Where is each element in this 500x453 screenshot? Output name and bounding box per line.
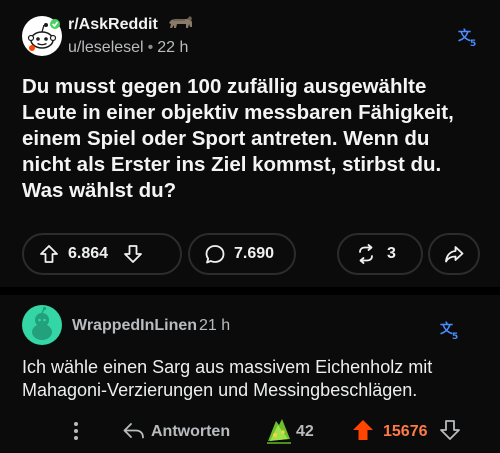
- crosspost-icon: [355, 243, 377, 265]
- arrow-up-icon[interactable]: [350, 417, 376, 448]
- more-vertical-icon[interactable]: [66, 420, 86, 447]
- section-divider: [0, 287, 500, 295]
- comments-count: 7.690: [234, 245, 275, 262]
- reddit-snoo-icon[interactable]: [22, 16, 62, 56]
- crosspost-count: 3: [387, 245, 396, 262]
- meta-separator: •: [147, 39, 154, 56]
- arrow-down-icon[interactable]: [122, 243, 144, 265]
- reply-button[interactable]: Antworten: [151, 423, 230, 441]
- arrow-up-icon[interactable]: [38, 243, 60, 265]
- comment-body: Ich wähle einen Sarg aus massivem Eichen…: [22, 357, 433, 400]
- post-upvote-count: 6.864: [68, 245, 109, 262]
- share-arrow-icon: [443, 243, 465, 265]
- subreddit-name[interactable]: r/AskReddit: [68, 16, 158, 34]
- vote-pill: 6.864: [22, 233, 182, 275]
- comments-button[interactable]: 7.690: [188, 233, 296, 275]
- award-icon[interactable]: [264, 415, 294, 452]
- svg-text:5: 5: [470, 39, 476, 48]
- post-header: r/AskReddit u/leselesel • 22 h 文 5: [22, 16, 482, 60]
- reply-icon[interactable]: [122, 420, 146, 447]
- translate-icon[interactable]: 文 5: [438, 319, 460, 342]
- comment-score: 15676: [383, 423, 428, 440]
- comment-card[interactable]: WrappedInLinen 21 h 文 5 Ich wähle einen …: [0, 295, 500, 453]
- post-age: 22 h: [157, 39, 189, 56]
- arrow-down-icon[interactable]: [438, 418, 462, 447]
- post-card[interactable]: r/AskReddit u/leselesel • 22 h 文 5 Du muss…: [0, 0, 500, 287]
- animal-badge-icon: [165, 14, 195, 36]
- user-avatar-icon[interactable]: [22, 305, 62, 345]
- post-author[interactable]: u/leselesel: [68, 39, 144, 56]
- comment-actions: Antworten 42 15676: [0, 415, 500, 447]
- post-title[interactable]: Du musst gegen 100 zufällig ausgewählte …: [22, 74, 480, 204]
- crosspost-button[interactable]: 3: [337, 233, 423, 275]
- translate-icon[interactable]: 文 5: [456, 26, 478, 49]
- svg-text:5: 5: [452, 332, 458, 341]
- comment-age: 21 h: [199, 317, 231, 334]
- comment-author[interactable]: WrappedInLinen: [72, 317, 197, 335]
- post-meta: u/leselesel • 22 h: [68, 39, 188, 57]
- share-button[interactable]: [428, 233, 480, 275]
- award-count: 42: [296, 423, 314, 440]
- speech-bubble-icon: [204, 243, 226, 265]
